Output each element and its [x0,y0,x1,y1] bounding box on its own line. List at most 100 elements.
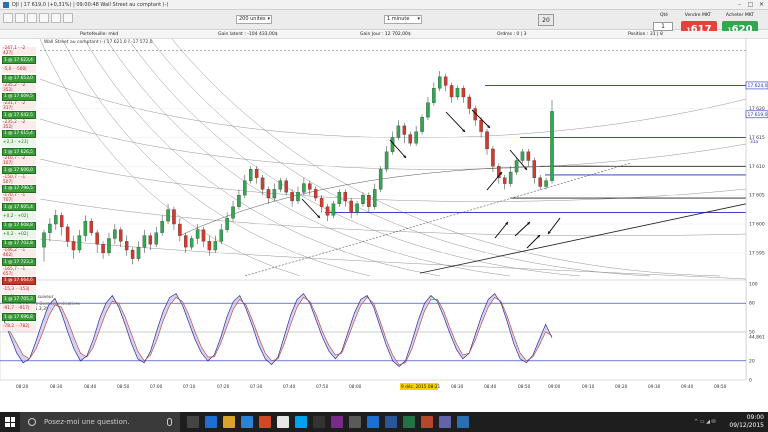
candle-body [325,206,330,216]
draw-tool-icon[interactable] [15,13,25,23]
position-order[interactable]: 1 @ 17 623,4 [2,56,36,65]
app-icon[interactable] [439,416,451,428]
candle-body [154,232,158,245]
price-label-text: 17 619,0 [748,112,768,118]
candle-body [213,241,218,251]
candle-body [532,160,537,178]
stochastic-tick-label: 0 [749,378,752,384]
candle-body [396,125,401,138]
zoom-in-icon[interactable] [39,13,49,23]
excel-icon[interactable] [403,416,415,428]
zoom-out-icon[interactable] [51,13,61,23]
position-order[interactable]: 1 @ 17 606,0 [2,166,36,175]
candle [550,99,554,184]
candle-body [71,241,76,251]
app-icon[interactable] [313,416,325,428]
position-order[interactable]: 1 @ 17 705,3 [2,295,36,304]
qty-field[interactable]: 1 [653,22,673,31]
time-tick-label: 08:30 [50,384,63,390]
candle-body [302,183,306,193]
windows-start-icon[interactable] [5,417,15,427]
candle-body [420,117,424,132]
office-icon[interactable] [259,416,271,428]
candle-body [101,244,105,254]
microphone-icon[interactable] [167,418,172,426]
position-order[interactable]: 1 @ 17 642,5 [2,111,36,120]
position-order[interactable]: 1 @ 17 609,5 [2,92,36,101]
candle-body [119,229,123,242]
candle-body [178,223,182,236]
position-pnl: +0,2 · +02| [2,230,36,239]
time-tick-label: 9 déc. 2015 08:21 [401,383,441,390]
stochastic-tick-label: 80 [749,301,755,307]
position-order[interactable]: 1 @ 17 702,8 [2,239,36,248]
lot-badge[interactable]: 20 [538,14,554,26]
clock[interactable]: 09:00 09/12/2015 [729,414,764,430]
candle-body [408,134,412,144]
stochastic-frame [0,279,747,381]
time-tick-label: 09:40 [681,384,694,390]
time-tick-label: 08:30 [451,384,464,390]
position-pnl: -150,7 · -1 507| [2,175,36,185]
candle-body [331,203,336,216]
candle-body [479,119,483,132]
candle-body [443,76,448,86]
title-bar: DJI | 17 619,0 (+0,31%) | 09:00:48 Wall … [0,0,768,10]
store-icon[interactable] [241,416,253,428]
skype-icon[interactable] [295,416,307,428]
position-order[interactable]: 1 @ 17 626,5 [2,148,36,157]
maximize-button[interactable]: □ [746,1,755,8]
interval-select[interactable]: 1 minute ▾ [384,15,422,24]
app-icon[interactable] [367,416,379,428]
word-icon[interactable] [385,416,397,428]
position-pnl: -78,2 · -782| [2,322,36,331]
candle-body [95,232,99,245]
position-order[interactable]: 1 @ 17 664,6 [2,276,36,285]
price-tick-label: 17 600 [749,222,765,228]
close-button[interactable]: ✕ [757,1,766,8]
candle-body [384,151,389,170]
candle-body [89,220,94,233]
onenote-icon[interactable] [331,416,343,428]
candle-body [225,218,229,230]
price-label: 17 619,0 [745,110,768,119]
app-icon[interactable] [349,416,361,428]
position-order[interactable]: 1 @ 17 653,0 [2,74,36,83]
chrome-icon[interactable] [277,416,289,428]
position-order[interactable]: 1 @ 17 723,3 [2,258,36,267]
position-order[interactable]: 1 @ 17 605,4 [2,203,36,212]
candle-body [48,223,52,233]
system-tray-icons[interactable]: ^ ▭ ◢ ✉ [694,419,734,425]
candle-body [201,229,206,242]
candle-body [113,229,117,239]
position-order[interactable]: 1 @ 17 615,4 [2,129,36,138]
position-order[interactable]: 1 @ 17 696,8 [2,313,36,322]
orders-count[interactable]: Ordres : 0 | 3 [497,31,527,39]
powerpoint-icon[interactable] [421,416,433,428]
time-tick-label: 07:10 [183,384,196,390]
chart-toolbar: 200 unités ▾ 1 minute ▾ 20 Qté 1 Vendre MK… [0,10,768,38]
crosshair-icon[interactable] [63,13,73,23]
time-tick-label: 07:30 [250,384,263,390]
trading-app-taskbar-icon[interactable] [457,416,469,428]
position-pnl: -231,7 · -2 317| [2,101,36,111]
indicator-icon[interactable] [27,13,37,23]
minimize-button[interactable]: – [735,1,744,8]
period-select[interactable]: 200 unités ▾ [236,15,272,24]
position-order[interactable]: 1 @ 17 608,8 [2,221,36,230]
price-chart[interactable]: 17 62017 61517 61017 60517 60017 59517 6… [0,39,768,412]
edge-icon[interactable] [205,416,217,428]
position-order[interactable]: 1 @ 17 796,5 [2,184,36,193]
task-view-icon[interactable] [187,416,199,428]
candle-body [148,235,153,245]
candle-body [319,197,324,207]
position-pnl: -235,2 · -2 352| [2,120,36,130]
candle-body [65,226,70,242]
stochastic-panel: 100805044,861200 [0,279,765,384]
position-pnl: +2,3 · +23| [2,138,36,147]
taskbar-search[interactable]: Posez-moi une question. [20,412,180,432]
position-count[interactable]: Position : 31 | 8 [628,31,663,39]
chart-type-icon[interactable] [3,13,13,23]
file-explorer-icon[interactable] [223,416,235,428]
time-tick-label: 09:10 [582,384,595,390]
